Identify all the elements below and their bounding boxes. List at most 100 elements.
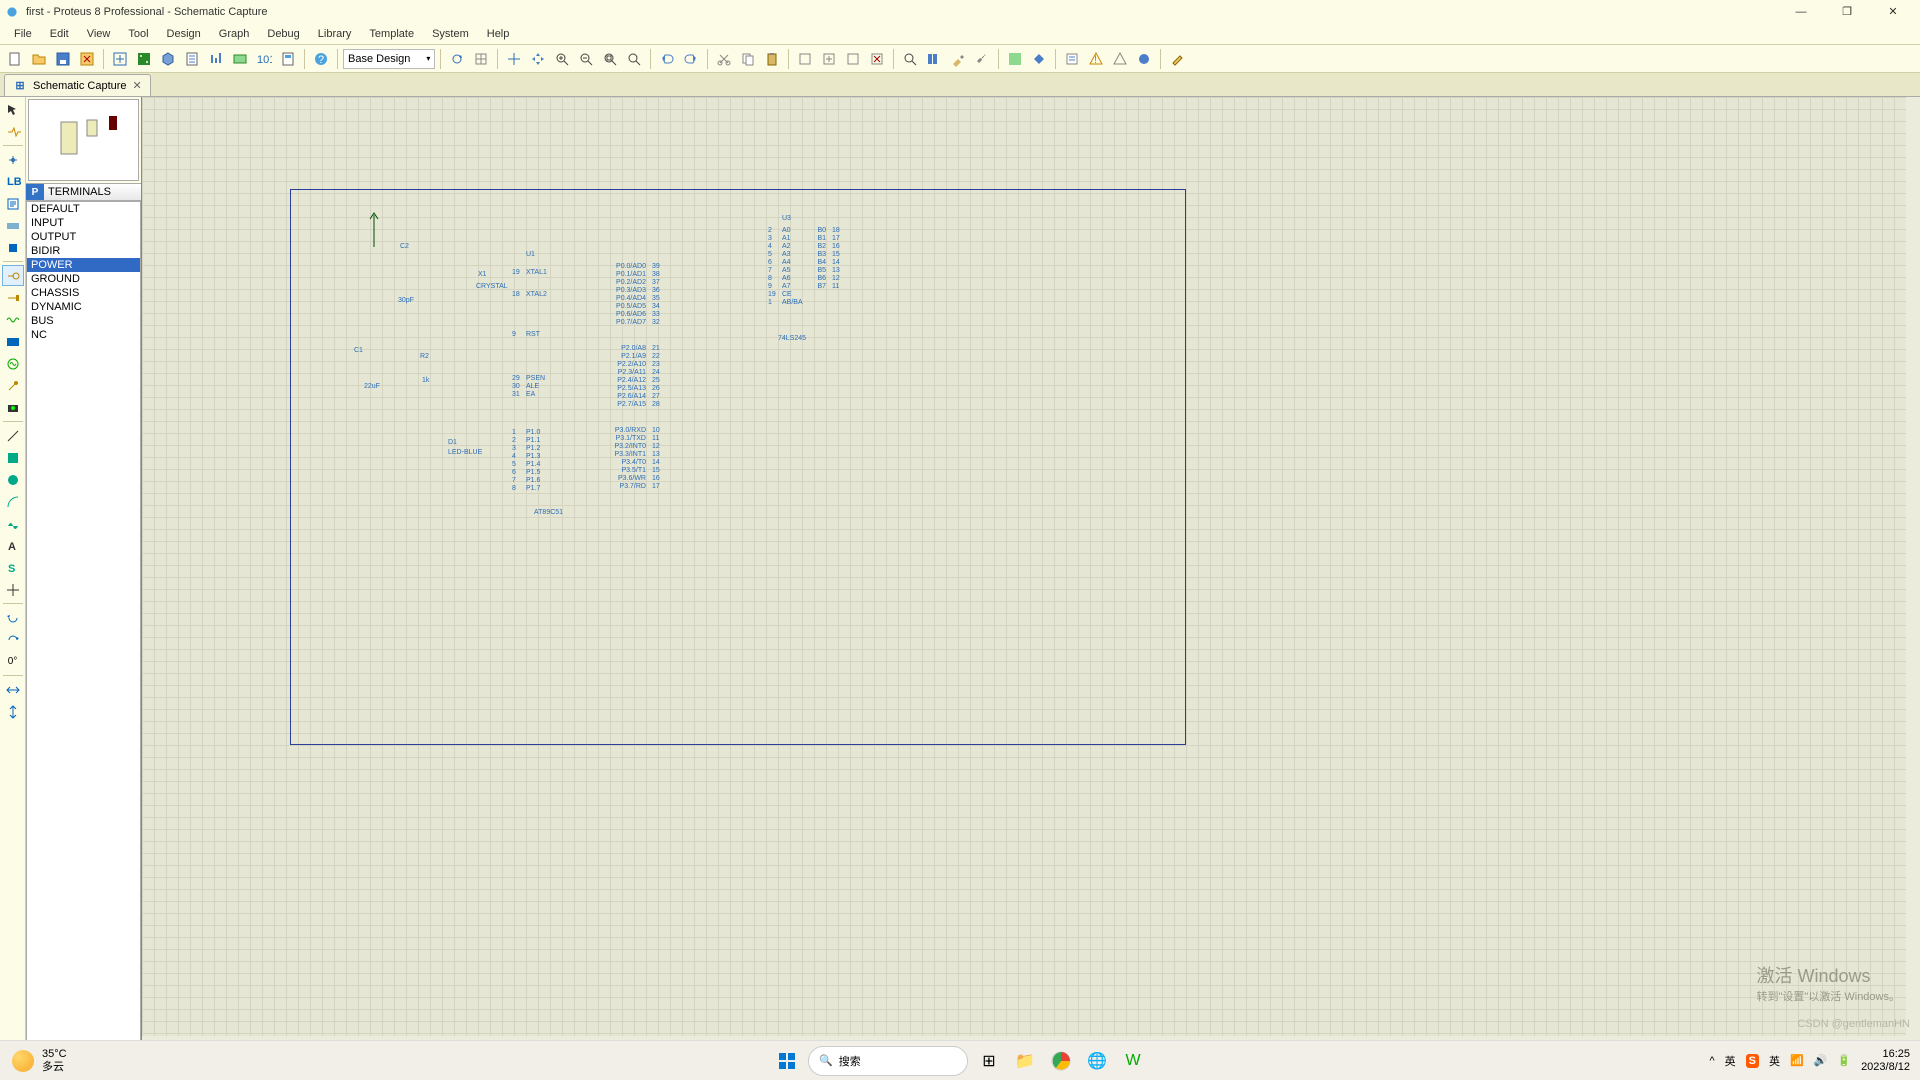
tb-pcb-icon[interactable] [133,48,155,70]
clock[interactable]: 16:252023/8/12 [1861,1048,1910,1072]
list-item[interactable]: INPUT [27,216,140,230]
open-button[interactable] [28,48,50,70]
tab-close-icon[interactable]: ✕ [133,79,142,92]
vertical-scrollbar[interactable] [1906,97,1920,1036]
netlist-icon[interactable] [1109,48,1131,70]
tab-schematic[interactable]: ⊞ Schematic Capture ✕ [4,74,151,96]
app-icon-1[interactable]: 🌐 [1082,1046,1112,1076]
terminal-icon[interactable] [2,265,24,286]
list-item[interactable]: BUS [27,314,140,328]
zoom-in-icon[interactable] [551,48,573,70]
close-button[interactable]: ✕ [1870,0,1916,23]
circle-icon[interactable] [2,469,24,490]
copy-icon[interactable] [737,48,759,70]
wifi-icon[interactable]: 📶 [1790,1054,1804,1067]
wrench-icon[interactable] [971,48,993,70]
path-icon[interactable] [2,513,24,534]
menu-design[interactable]: Design [159,26,209,42]
tray-ime[interactable]: 英 [1769,1053,1780,1069]
bus-icon[interactable] [2,215,24,236]
new-button[interactable] [4,48,26,70]
text-icon[interactable]: A [2,535,24,556]
volume-icon[interactable]: 🔊 [1814,1054,1828,1067]
menu-tool[interactable]: Tool [120,26,156,42]
list-item[interactable]: OUTPUT [27,230,140,244]
box-icon[interactable] [2,447,24,468]
weather-widget[interactable]: 35°C多云 [0,1048,79,1072]
flip-h-icon[interactable] [2,679,24,700]
design-combo[interactable]: Base Design▾ [343,49,435,69]
pan-icon[interactable] [527,48,549,70]
taskbar-search[interactable]: 🔍搜索 [808,1046,968,1076]
make-device-icon[interactable] [947,48,969,70]
list-item[interactable]: CHASSIS [27,286,140,300]
sogou-icon[interactable]: S [1746,1054,1759,1068]
system-tray[interactable]: ^ 英 S 英 📶 🔊 🔋 16:252023/8/12 [1699,1048,1920,1072]
rotate-ccw-icon[interactable] [2,629,24,650]
angle-icon[interactable]: 0° [2,651,24,672]
menu-library[interactable]: Library [310,26,360,42]
zoom-out-icon[interactable] [575,48,597,70]
origin-icon[interactable] [503,48,525,70]
list-item-selected[interactable]: POWER [27,258,140,272]
instrument-icon[interactable] [2,397,24,418]
menu-edit[interactable]: Edit [42,26,77,42]
zoom-fit-icon[interactable] [599,48,621,70]
assign-icon[interactable] [1133,48,1155,70]
menu-system[interactable]: System [424,26,477,42]
tb-bom-icon[interactable] [181,48,203,70]
list-item[interactable]: GROUND [27,272,140,286]
schematic-canvas[interactable]: U1 AT89C51 U3 74LS245 X1 CRYSTAL C2 30pF… [142,97,1920,1050]
cut-icon[interactable] [713,48,735,70]
menu-help[interactable]: Help [479,26,518,42]
generator-icon[interactable] [2,353,24,374]
refresh-icon[interactable] [446,48,468,70]
property-icon[interactable] [1061,48,1083,70]
flip-v-icon[interactable] [2,701,24,722]
paste-icon[interactable] [761,48,783,70]
junction-icon[interactable] [2,149,24,170]
parts-p-icon[interactable]: P [26,184,44,200]
block-delete-icon[interactable] [866,48,888,70]
arc-icon[interactable] [2,491,24,512]
block-copy-icon[interactable] [794,48,816,70]
help-icon[interactable]: ? [310,48,332,70]
zoom-area-icon[interactable] [623,48,645,70]
grid-icon[interactable] [470,48,492,70]
design-explorer-icon[interactable] [1028,48,1050,70]
line-icon[interactable] [2,425,24,446]
tb-graph-icon[interactable] [205,48,227,70]
script-icon[interactable] [2,193,24,214]
tb-report-icon[interactable] [277,48,299,70]
label-icon[interactable]: LBL [2,171,24,192]
tb-schematic-icon[interactable] [109,48,131,70]
list-item[interactable]: NC [27,328,140,342]
battery-icon[interactable]: 🔋 [1837,1054,1851,1067]
menu-graph[interactable]: Graph [211,26,258,42]
marker-icon[interactable] [2,579,24,600]
minimize-button[interactable]: — [1778,0,1824,23]
edit-props-icon[interactable] [1166,48,1188,70]
probe-icon[interactable] [2,375,24,396]
tb-vsm-icon[interactable] [229,48,251,70]
terminal-list[interactable]: DEFAULT INPUT OUTPUT BIDIR POWER GROUND … [26,201,141,1048]
erc-icon[interactable]: ! [1085,48,1107,70]
tb-3d-icon[interactable] [157,48,179,70]
redo-icon[interactable] [680,48,702,70]
overview-pane[interactable] [28,99,139,181]
close-project-button[interactable] [76,48,98,70]
menu-debug[interactable]: Debug [259,26,307,42]
menu-view[interactable]: View [79,26,119,42]
app-icon-2[interactable]: W [1118,1046,1148,1076]
pin-icon[interactable] [2,287,24,308]
taskview-icon[interactable]: ⊞ [974,1046,1004,1076]
menu-template[interactable]: Template [361,26,422,42]
component-mode-icon[interactable] [2,121,24,142]
find-icon[interactable] [899,48,921,70]
explorer-icon[interactable]: 📁 [1010,1046,1040,1076]
select-mode-icon[interactable] [2,99,24,120]
list-item[interactable]: DYNAMIC [27,300,140,314]
tb-spice-icon[interactable]: 101 [253,48,275,70]
start-button[interactable] [772,1046,802,1076]
wire-auto-icon[interactable] [1004,48,1026,70]
